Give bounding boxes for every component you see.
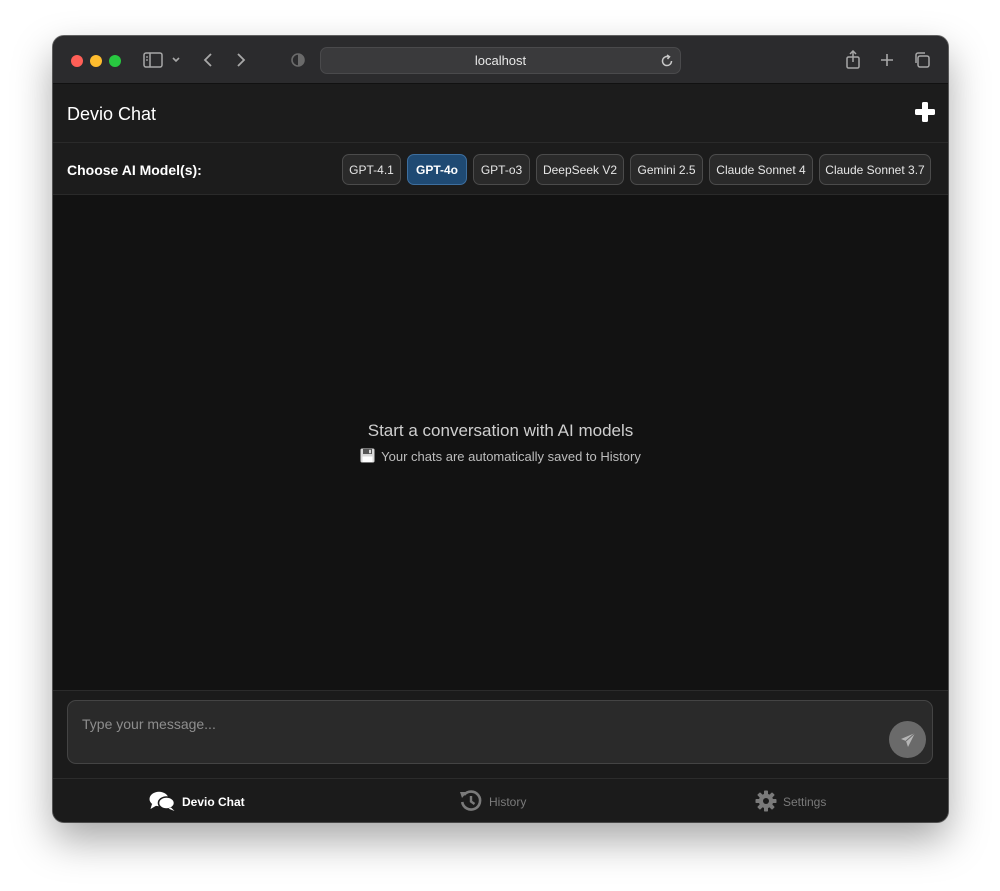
paper-plane-icon: [900, 732, 915, 747]
empty-state-subtitle-text: Your chats are automatically saved to Hi…: [381, 449, 641, 464]
url-text: localhost: [474, 53, 527, 68]
model-chip-gpt-o3[interactable]: GPT-o3: [473, 154, 530, 185]
model-chip-group: GPT-4.1 GPT-4o GPT-o3 DeepSeek V2 Gemini…: [342, 154, 931, 185]
browser-toolbar: localhost: [53, 36, 948, 84]
history-icon: [459, 789, 483, 816]
model-chip-gpt-4-1[interactable]: GPT-4.1: [342, 154, 401, 185]
nav-item-history[interactable]: History: [459, 789, 527, 816]
model-selector-bar: Choose AI Model(s): GPT-4.1 GPT-4o GPT-o…: [53, 143, 948, 195]
forward-icon[interactable]: [230, 49, 252, 71]
chat-messages-area: Start a conversation with AI models Your…: [53, 195, 948, 690]
share-icon[interactable]: [842, 49, 864, 71]
model-chip-gemini-2-5[interactable]: Gemini 2.5: [630, 154, 703, 185]
nav-item-settings[interactable]: Settings: [755, 790, 826, 814]
sidebar-toggle-icon[interactable]: [142, 49, 164, 71]
new-tab-icon[interactable]: [876, 49, 898, 71]
plus-icon: [915, 102, 935, 122]
chevron-down-icon[interactable]: [166, 49, 186, 71]
new-chat-button[interactable]: [914, 101, 936, 123]
zoom-window-button[interactable]: [109, 55, 121, 67]
shield-icon[interactable]: [287, 49, 309, 71]
bottom-nav: Devio Chat History Settings: [53, 778, 948, 822]
app-title: Devio Chat: [67, 104, 157, 124]
model-chip-claude-sonnet-4[interactable]: Claude Sonnet 4: [709, 154, 813, 185]
app-header: Devio Chat: [53, 84, 948, 143]
message-composer: [67, 700, 933, 764]
minimize-window-button[interactable]: [90, 55, 102, 67]
model-chip-gpt-4o[interactable]: GPT-4o: [407, 154, 467, 185]
floppy-disk-icon: [360, 448, 375, 466]
nav-item-label: Devio Chat: [182, 795, 245, 809]
gear-icon: [755, 790, 777, 815]
address-bar[interactable]: localhost: [320, 47, 681, 74]
message-input[interactable]: [82, 711, 872, 737]
tab-overview-icon[interactable]: [911, 49, 933, 71]
empty-state-title: Start a conversation with AI models: [367, 421, 634, 440]
model-chip-claude-sonnet-3-7[interactable]: Claude Sonnet 3.7: [819, 154, 931, 185]
composer-area: [53, 690, 948, 778]
model-chip-deepseek-v2[interactable]: DeepSeek V2: [536, 154, 624, 185]
empty-state-subtitle: Your chats are automatically saved to Hi…: [53, 448, 948, 466]
nav-item-label: History: [489, 795, 527, 809]
send-button[interactable]: [889, 721, 926, 758]
back-icon[interactable]: [197, 49, 219, 71]
model-selector-label: Choose AI Model(s):: [67, 162, 202, 178]
nav-item-devio-chat[interactable]: Devio Chat: [149, 790, 245, 814]
chat-bubbles-icon: [149, 790, 176, 815]
close-window-button[interactable]: [71, 55, 83, 67]
browser-window: localhost Devio Chat Choose AI Model(s):…: [53, 36, 948, 822]
nav-item-label: Settings: [783, 795, 827, 809]
reload-icon[interactable]: [659, 53, 675, 69]
